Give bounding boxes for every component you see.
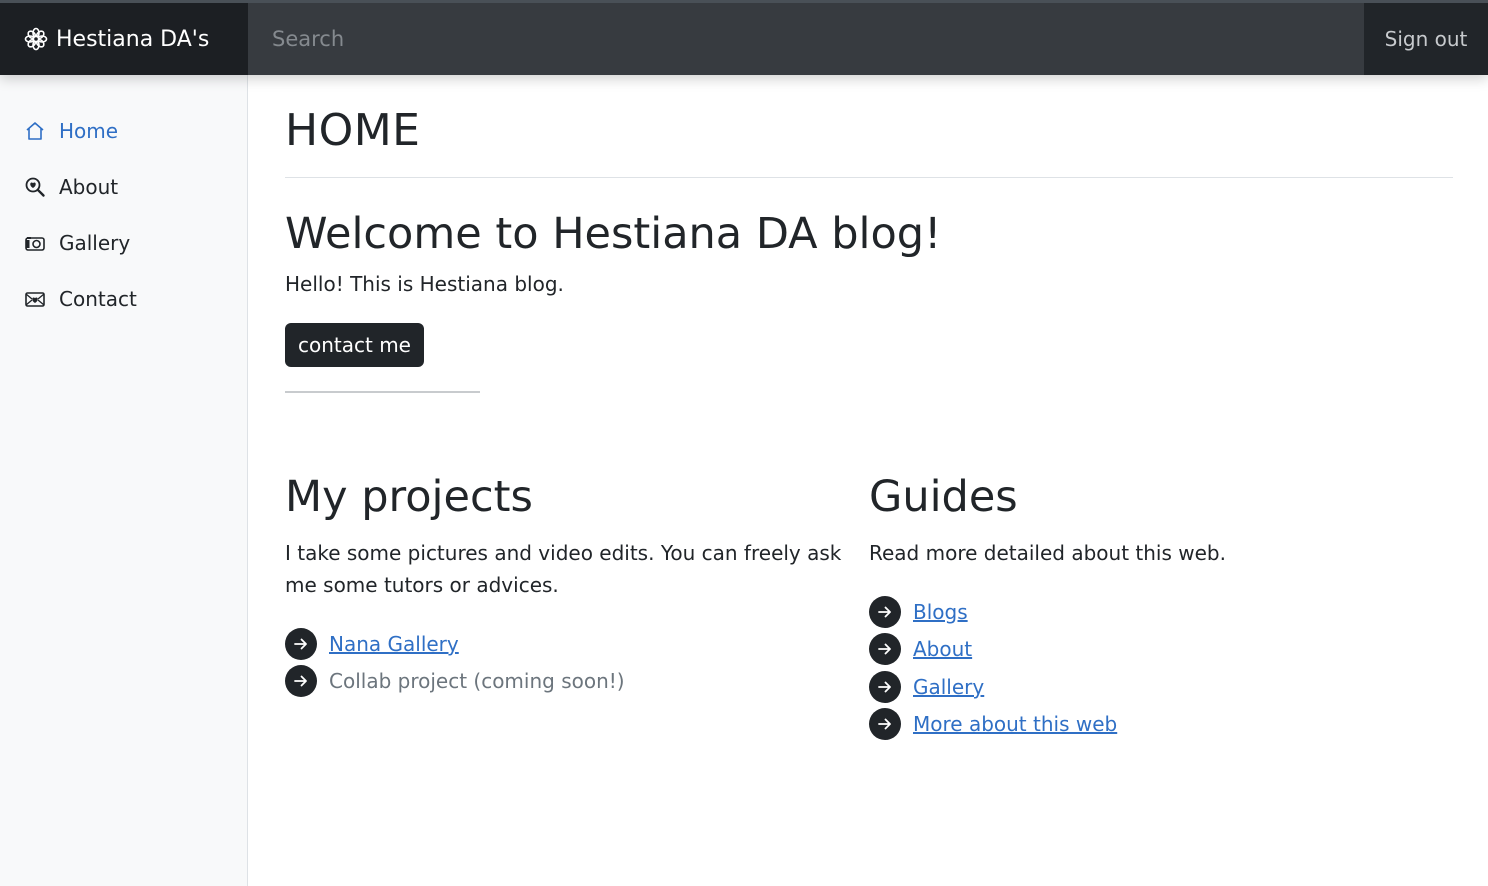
list-item: More about this web [869,706,1453,744]
camera-icon [25,237,45,251]
search-input[interactable] [248,3,1364,75]
feature-columns: My projects I take some pictures and vid… [285,469,1453,743]
guides-heading: Guides [869,472,1018,522]
main-content: HOME Welcome to Hestiana DA blog! Hello!… [285,75,1453,743]
list-item: Blogs [869,593,1453,631]
arrow-right-circle-icon [869,633,901,666]
arrow-right-circle-icon [869,670,901,703]
flower-icon [24,27,48,51]
house-icon [26,122,44,140]
sidebar-item-label: Home [59,119,119,143]
intro-text: Hello! This is Hestiana blog. [285,272,564,296]
list-item: Gallery [869,668,1453,706]
sidebar-item-about[interactable]: About [0,159,247,215]
gallery-link[interactable]: Gallery [913,675,984,699]
more-about-web-link[interactable]: More about this web [913,712,1117,736]
arrow-right-circle-icon [285,627,317,660]
brand-link[interactable]: Hestiana DA's [0,3,248,75]
envelope-heart-icon [25,292,45,307]
sidebar-item-label: Gallery [59,231,131,255]
blogs-link[interactable]: Blogs [913,600,968,624]
guides-section: Guides Read more detailed about this web… [869,469,1453,743]
projects-text: I take some pictures and video edits. Yo… [285,541,842,597]
title-divider [285,177,1453,178]
list-item: Collab project (coming soon!) [285,663,869,701]
sidebar: Home About Gallery Contact [0,75,248,886]
projects-list: Nana Gallery Collab project (coming soon… [285,625,869,700]
projects-heading: My projects [285,472,533,522]
sign-out-button[interactable]: Sign out [1364,3,1488,75]
guides-text: Read more detailed about this web. [869,541,1226,565]
sidebar-item-contact[interactable]: Contact [0,271,247,327]
page-title: HOME [285,105,421,156]
list-item: Nana Gallery [285,625,869,663]
arrow-right-circle-icon [869,595,901,628]
list-item: About [869,631,1453,669]
projects-section: My projects I take some pictures and vid… [285,469,869,743]
nana-gallery-link[interactable]: Nana Gallery [329,632,459,656]
about-link[interactable]: About [913,637,972,661]
arrow-right-circle-icon [869,708,901,741]
contact-me-button[interactable]: contact me [285,323,424,367]
section-divider [285,391,480,393]
sidebar-item-home[interactable]: Home [0,103,247,159]
sidebar-item-gallery[interactable]: Gallery [0,215,247,271]
welcome-heading: Welcome to Hestiana DA blog! [285,209,942,259]
guides-list: Blogs About Gallery More about this web [869,593,1453,743]
sidebar-item-label: About [59,175,119,199]
brand-name: Hestiana DA's [56,26,210,52]
top-navbar: Hestiana DA's Sign out [0,0,1488,75]
arrow-right-circle-icon [285,665,317,698]
collab-project-text: Collab project (coming soon!) [329,669,625,694]
sidebar-item-label: Contact [59,287,137,311]
search-heart-icon [25,177,45,197]
